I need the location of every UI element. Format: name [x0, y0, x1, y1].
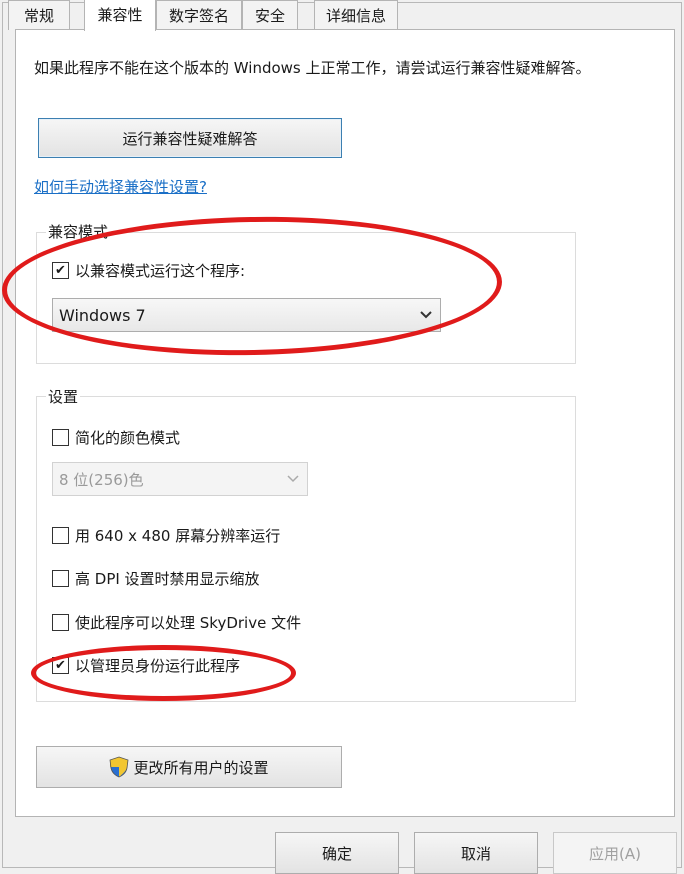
color-depth-select[interactable]: 8 位(256)色 — [52, 462, 308, 496]
tab-details[interactable]: 详细信息 — [314, 0, 398, 30]
reduced-color-label: 简化的颜色模式 — [75, 429, 181, 447]
reduced-color-row[interactable]: 简化的颜色模式 — [52, 427, 180, 448]
tab-security[interactable]: 安全 — [242, 0, 298, 30]
tab-digital-signatures[interactable]: 数字签名 — [156, 0, 242, 30]
settings-legend: 设置 — [46, 386, 81, 407]
manual-settings-link[interactable]: 如何手动选择兼容性设置? — [34, 176, 207, 197]
dpi-label: 高 DPI 设置时禁用显示缩放 — [75, 570, 260, 588]
reduced-color-checkbox[interactable] — [52, 429, 69, 446]
skydrive-checkbox[interactable] — [52, 614, 69, 631]
run-troubleshooter-button[interactable]: 运行兼容性疑难解答 — [38, 118, 342, 158]
tab-general[interactable]: 常规 — [8, 0, 70, 30]
dpi-row[interactable]: 高 DPI 设置时禁用显示缩放 — [52, 568, 260, 589]
chevron-down-icon — [287, 475, 299, 483]
res-640-row[interactable]: 用 640 x 480 屏幕分辨率运行 — [52, 525, 280, 546]
uac-shield-icon — [110, 756, 129, 778]
annotation-circle-admin — [31, 645, 296, 701]
skydrive-row[interactable]: 使此程序可以处理 SkyDrive 文件 — [52, 612, 301, 633]
ok-button[interactable]: 确定 — [275, 832, 399, 874]
dpi-checkbox[interactable] — [52, 570, 69, 587]
change-all-users-label: 更改所有用户的设置 — [133, 758, 269, 777]
tab-compatibility[interactable]: 兼容性 — [84, 0, 156, 31]
apply-button[interactable]: 应用(A) — [553, 832, 677, 874]
color-depth-value: 8 位(256)色 — [59, 470, 144, 489]
skydrive-label: 使此程序可以处理 SkyDrive 文件 — [75, 614, 302, 632]
cancel-button[interactable]: 取消 — [414, 832, 538, 874]
res-640-checkbox[interactable] — [52, 527, 69, 544]
res-640-label: 用 640 x 480 屏幕分辨率运行 — [75, 527, 281, 545]
compatibility-description: 如果此程序不能在这个版本的 Windows 上正常工作，请尝试运行兼容性疑难解答… — [34, 59, 591, 77]
change-all-users-button[interactable]: 更改所有用户的设置 — [36, 746, 342, 788]
